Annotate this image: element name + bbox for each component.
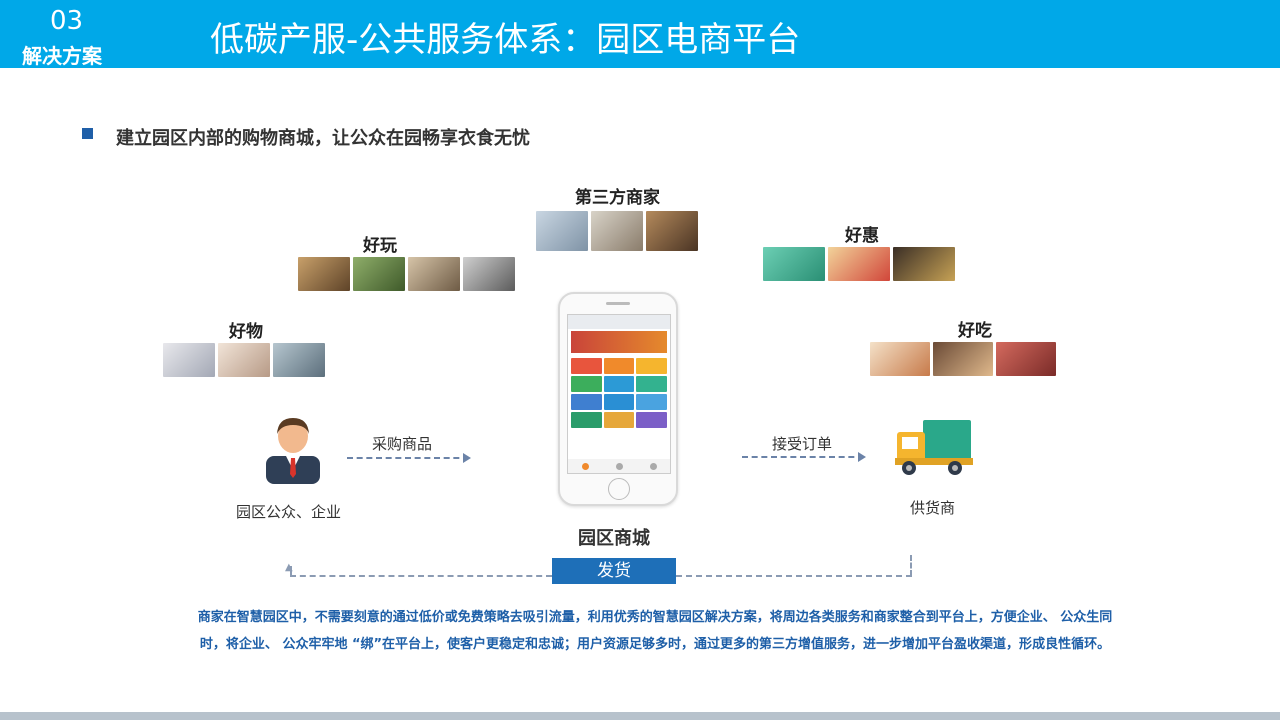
food-image — [996, 342, 1056, 376]
app-tile — [603, 376, 635, 392]
delivery-truck-icon — [895, 420, 973, 475]
app-tile — [603, 412, 635, 428]
product-image — [273, 343, 325, 377]
nav-home-icon — [581, 462, 589, 470]
slide-title: 低碳产服-公共服务体系：园区电商平台 — [210, 20, 801, 60]
bullet-text: 建立园区内部的购物商城，让公众在园畅享衣食无忧 — [116, 128, 530, 149]
food-image — [870, 342, 930, 376]
merchant-image — [591, 211, 643, 251]
app-tile — [636, 376, 667, 392]
buyer-label: 园区公众、企业 — [236, 503, 342, 521]
app-tile — [603, 394, 635, 410]
merchant-image — [646, 211, 698, 251]
app-tile — [571, 358, 602, 374]
app-tile — [571, 376, 602, 392]
accept-order-arrow-icon — [742, 452, 866, 462]
deal-image — [893, 247, 955, 281]
product-image — [353, 257, 405, 291]
product-image — [298, 257, 350, 291]
third-party-thumbnail-strip — [536, 211, 698, 251]
mall-label: 园区商城 — [578, 528, 650, 549]
app-tile — [636, 358, 667, 374]
deal-image — [828, 247, 890, 281]
app-search-bar — [568, 315, 670, 329]
app-tile — [636, 412, 667, 428]
phone-mockup — [558, 292, 678, 506]
ship-line-right — [910, 555, 912, 576]
app-tile — [571, 394, 602, 410]
product-image — [463, 257, 515, 291]
app-tile — [603, 358, 635, 374]
app-tile — [571, 412, 602, 428]
purchase-arrow-icon — [347, 453, 471, 463]
person-icon — [266, 418, 320, 484]
ship-arrow-up-icon: ▲ — [285, 562, 293, 573]
section-label: 解决方案 — [22, 44, 102, 68]
product-image — [408, 257, 460, 291]
product-image — [163, 343, 215, 377]
phone-screen — [567, 314, 671, 474]
app-banner — [571, 331, 667, 353]
category-goods-title: 好物 — [229, 322, 263, 342]
food-image — [933, 342, 993, 376]
deal-image — [763, 247, 825, 281]
app-tile — [636, 394, 667, 410]
ship-line-bottom-left — [290, 575, 552, 577]
section-number: 03 — [50, 6, 84, 36]
category-food-title: 好吃 — [958, 321, 992, 341]
description-text: 商家在智慧园区中，不需要刻意的通过低价或免费策略去吸引流量，利用优秀的智慧园区解… — [197, 610, 1113, 652]
nav-cart-icon — [615, 462, 623, 470]
bullet-square-icon — [82, 128, 93, 139]
category-third-party-title: 第三方商家 — [575, 188, 660, 208]
accept-order-label: 接受订单 — [772, 435, 833, 453]
app-bottom-nav — [568, 459, 670, 473]
app-category-grid — [568, 355, 670, 431]
merchant-image — [536, 211, 588, 251]
phone-home-button — [608, 478, 630, 500]
footer-bar — [0, 712, 1280, 720]
fun-thumbnail-strip — [298, 257, 515, 291]
phone-speaker — [606, 302, 630, 305]
goods-thumbnail-strip — [163, 343, 325, 377]
food-thumbnail-strip — [870, 342, 1056, 376]
supplier-label: 供货商 — [910, 499, 956, 517]
nav-user-icon — [649, 462, 657, 470]
category-fun-title: 好玩 — [363, 236, 397, 256]
deals-thumbnail-strip — [763, 247, 955, 281]
purchase-label: 采购商品 — [372, 435, 433, 453]
header-bar: 03 解决方案 低碳产服-公共服务体系：园区电商平台 — [0, 0, 1280, 68]
product-image — [218, 343, 270, 377]
ship-line-bottom-right — [676, 575, 912, 577]
ship-label: 发货 — [552, 558, 676, 584]
category-deals-title: 好惠 — [845, 226, 879, 246]
